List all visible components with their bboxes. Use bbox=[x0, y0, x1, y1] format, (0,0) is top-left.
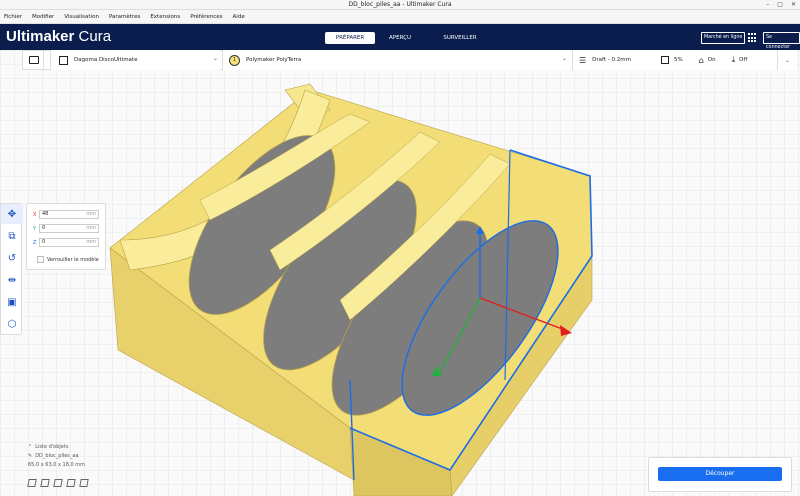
x-row: X 48 mm bbox=[33, 210, 101, 219]
y-row: Y 0 mm bbox=[33, 224, 101, 233]
z-row: Z 0 mm bbox=[33, 238, 101, 247]
tool-sidebar: ✥ ⧉ ↺ ⇹ ▣ ⬡ bbox=[0, 203, 23, 335]
window-titlebar: DD_bloc_piles_aa - Ultimaker Cura – □ ✕ bbox=[0, 0, 800, 10]
apps-grid-icon[interactable] bbox=[748, 33, 758, 43]
menu-visualisation[interactable]: Visualisation bbox=[64, 14, 99, 20]
menu-modifier[interactable]: Modifier bbox=[32, 14, 54, 20]
per-model-settings-tool[interactable]: ▣ bbox=[1, 292, 23, 312]
view-orientation-buttons bbox=[27, 479, 89, 487]
menu-preferences[interactable]: Préférences bbox=[190, 14, 222, 20]
scene bbox=[0, 50, 800, 496]
rotate-icon: ↺ bbox=[7, 252, 17, 264]
app-logo: Ultimaker Cura bbox=[6, 28, 112, 45]
chevron-down-icon: ⌄ bbox=[213, 55, 219, 62]
support-blocker-tool[interactable]: ⬡ bbox=[1, 314, 23, 334]
view-front-icon[interactable] bbox=[40, 479, 50, 487]
object-list: ⌃ Liste d'objets ✎ DD_bloc_piles_aa 65,0… bbox=[28, 442, 85, 469]
tab-apercu[interactable]: APERÇU bbox=[375, 32, 425, 44]
chevron-down-icon: ⌄ bbox=[784, 56, 791, 64]
support-icon: ⌂ bbox=[698, 55, 704, 65]
tab-preparer[interactable]: PRÉPARER bbox=[325, 32, 375, 44]
menu-bar: Fichier Modifier Visualisation Paramètre… bbox=[0, 10, 800, 24]
marketplace-button[interactable]: Marché en ligne bbox=[701, 32, 746, 44]
build-plate-viewport[interactable] bbox=[0, 50, 800, 496]
move-panel: X 48 mm Y 0 mm Z 0 mm Verrouiller le modèle bbox=[26, 203, 106, 270]
view-3d-icon[interactable] bbox=[27, 479, 37, 487]
window-title: DD_bloc_piles_aa - Ultimaker Cura bbox=[348, 1, 452, 8]
object-list-header[interactable]: ⌃ Liste d'objets bbox=[28, 442, 85, 451]
lock-model-label: Verrouiller le modèle bbox=[47, 256, 99, 263]
move-tool[interactable]: ✥ bbox=[1, 204, 23, 224]
material-selector[interactable]: 1 Polymaker PolyTerra ⌄ bbox=[222, 50, 572, 70]
adhesion-icon: ⤓ bbox=[731, 55, 736, 64]
object-dims: 65,0 x 63,0 x 18,0 mm bbox=[28, 461, 86, 468]
infill-icon bbox=[660, 56, 669, 64]
mirror-tool[interactable]: ⇹ bbox=[1, 270, 23, 290]
profile-label: Draft - 0.2mm bbox=[592, 57, 631, 63]
support-value: On bbox=[707, 57, 716, 63]
slice-panel: Découper bbox=[648, 457, 792, 492]
view-top-icon[interactable] bbox=[53, 479, 63, 487]
open-file-button[interactable] bbox=[22, 50, 44, 70]
adhesion-value: Off bbox=[739, 57, 748, 63]
object-name-row[interactable]: ✎ DD_bloc_piles_aa bbox=[28, 451, 85, 460]
scale-tool[interactable]: ⧉ bbox=[1, 226, 23, 246]
stage-tabs: PRÉPARER APERÇU SURVEILLER bbox=[325, 32, 495, 44]
close-icon[interactable]: ✕ bbox=[791, 0, 796, 10]
maximize-icon[interactable]: □ bbox=[777, 0, 783, 10]
mirror-icon: ⇹ bbox=[7, 274, 17, 286]
z-input[interactable]: 0 mm bbox=[39, 238, 99, 247]
support-blocker-icon: ⬡ bbox=[7, 318, 17, 330]
printer-icon bbox=[59, 55, 68, 65]
view-right-icon[interactable] bbox=[79, 479, 89, 487]
minimize-icon[interactable]: – bbox=[766, 0, 769, 10]
tab-surveiller[interactable]: SURVEILLER bbox=[425, 32, 495, 44]
settings-sliders-icon: ☰ bbox=[579, 55, 587, 65]
per-model-settings-icon: ▣ bbox=[7, 296, 17, 308]
move-icon: ✥ bbox=[7, 208, 17, 220]
menu-extensions[interactable]: Extensions bbox=[150, 14, 180, 20]
x-input[interactable]: 48 mm bbox=[39, 210, 99, 219]
chevron-down-icon: ⌄ bbox=[562, 55, 568, 62]
material-name: Polymaker PolyTerra bbox=[246, 57, 302, 63]
settings-chevron[interactable]: ⌄ bbox=[777, 50, 797, 70]
print-settings-summary[interactable]: ☰ Draft - 0.2mm 5% ⌂ On ⤓ Off bbox=[572, 50, 777, 70]
spool-icon: 1 bbox=[229, 54, 240, 66]
view-left-icon[interactable] bbox=[66, 479, 76, 487]
y-input[interactable]: 0 mm bbox=[39, 224, 99, 233]
menu-parametres[interactable]: Paramètres bbox=[109, 14, 140, 20]
slice-button[interactable]: Découper bbox=[658, 467, 782, 481]
rotate-tool[interactable]: ↺ bbox=[1, 248, 23, 268]
printer-name: Dagoma DiscoUltimate bbox=[74, 57, 138, 63]
pencil-icon: ✎ bbox=[28, 452, 33, 459]
infill-value: 5% bbox=[673, 57, 683, 63]
printer-selector[interactable]: Dagoma DiscoUltimate ⌄ bbox=[50, 50, 220, 70]
signin-button[interactable]: Se connecter bbox=[763, 32, 800, 50]
lock-model-checkbox[interactable] bbox=[37, 256, 44, 263]
scale-icon: ⧉ bbox=[8, 230, 16, 242]
lock-model-row: Verrouiller le modèle bbox=[37, 256, 99, 263]
folder-icon bbox=[29, 56, 39, 64]
menu-aide[interactable]: Aide bbox=[233, 14, 245, 20]
chevron-up-icon: ⌃ bbox=[28, 443, 33, 450]
menu-fichier[interactable]: Fichier bbox=[4, 14, 22, 20]
app-header: Ultimaker Cura PRÉPARER APERÇU SURVEILLE… bbox=[0, 24, 800, 50]
